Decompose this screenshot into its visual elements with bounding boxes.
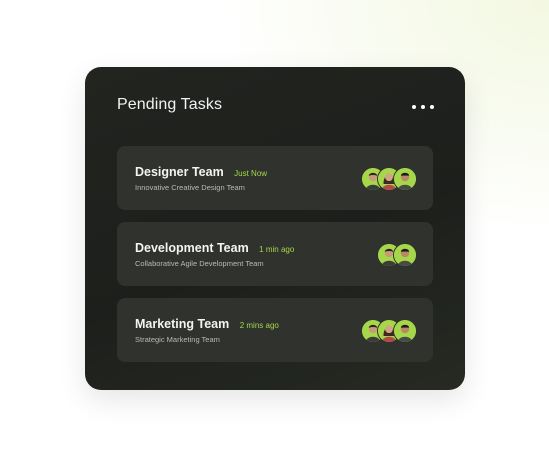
task-description: Collaborative Agile Development Team — [135, 259, 264, 268]
more-dot-icon — [412, 105, 416, 109]
avatar-group[interactable] — [361, 319, 417, 343]
avatar-group[interactable] — [377, 243, 417, 267]
task-item-development-team[interactable]: Development Team 1 min ago Collaborative… — [117, 222, 433, 286]
more-dot-icon — [421, 105, 425, 109]
task-description: Strategic Marketing Team — [135, 335, 220, 344]
member-man-icon — [393, 243, 417, 267]
more-dot-icon — [430, 105, 434, 109]
member-man-icon — [393, 167, 417, 191]
task-header: Marketing Team 2 mins ago — [135, 315, 279, 333]
member-man-icon — [393, 319, 417, 343]
task-time: 2 mins ago — [239, 321, 279, 330]
task-item-designer-team[interactable]: Designer Team Just Now Innovative Creati… — [117, 146, 433, 210]
task-description: Innovative Creative Design Team — [135, 183, 245, 192]
pending-tasks-card: Pending Tasks Designer Team Just Now Inn… — [85, 67, 465, 390]
task-time: Just Now — [234, 169, 268, 178]
task-item-marketing-team[interactable]: Marketing Team 2 mins ago Strategic Mark… — [117, 298, 433, 362]
task-name: Marketing Team — [135, 317, 230, 331]
task-header: Development Team 1 min ago — [135, 239, 294, 257]
avatar-group[interactable] — [361, 167, 417, 191]
task-time: 1 min ago — [259, 245, 295, 254]
task-name: Designer Team — [135, 165, 224, 179]
task-name: Development Team — [135, 241, 249, 255]
task-header: Designer Team Just Now — [135, 163, 267, 181]
card-title: Pending Tasks — [117, 96, 223, 113]
more-options-button[interactable] — [412, 98, 434, 116]
